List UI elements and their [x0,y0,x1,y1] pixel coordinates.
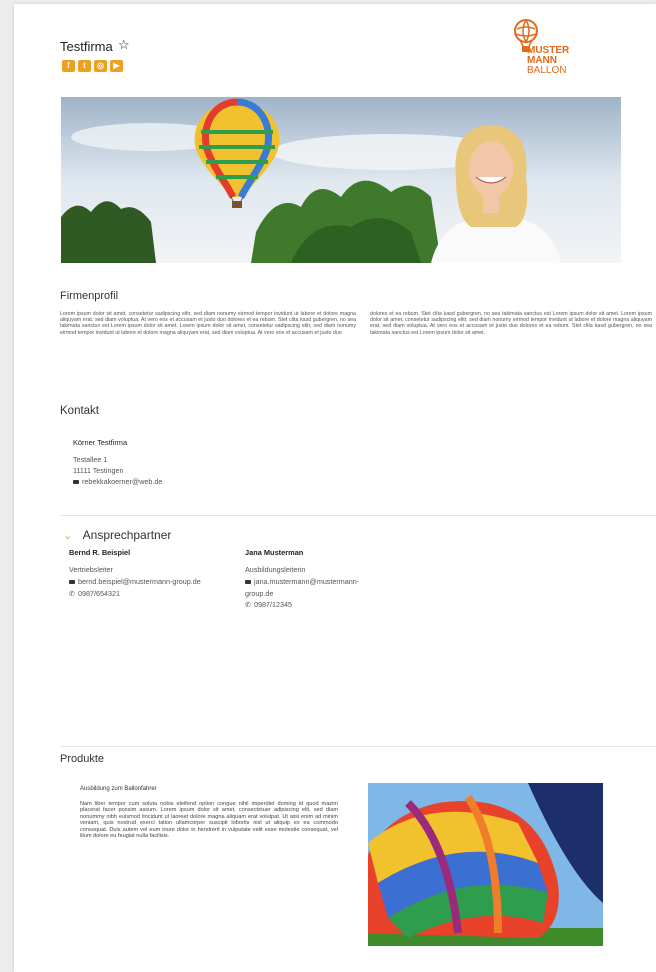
star-outline-icon[interactable]: ☆ [118,37,130,53]
person-1-phone[interactable]: 0987/654321 [78,589,120,598]
person-2-phone[interactable]: 0987/12345 [254,600,292,609]
person-2-email-line1[interactable]: jana.mustermann@mustermann- [254,577,359,586]
products-title: Produkte [60,753,105,765]
chevron-down-icon[interactable]: ⌄ [63,530,72,542]
profile-page: Testfirma ☆ f t ◎ ▶ MUSTER MANN BALLON F… [14,4,656,972]
person-1-name: Bernd R. Beispiel [69,548,131,557]
social-links: f t ◎ ▶ [62,60,123,72]
twitter-icon[interactable]: t [78,60,91,72]
profile-text-col1: Lorem ipsum dolor sit amet, consetetur s… [60,311,356,336]
envelope-icon [245,580,251,585]
contact-title: Kontakt [60,405,99,417]
facebook-icon[interactable]: f [62,60,75,72]
envelope-icon [73,480,79,485]
person-2-email-line2[interactable]: group.de [245,589,273,599]
person-1-role: Vertriebsleiter [69,565,113,574]
person-1-email[interactable]: bernd.beispiel@mustermann-group.de [78,577,201,586]
ansprechpartner-title: Ansprechpartner [82,528,172,542]
divider [60,746,656,747]
phone-icon: ✆ [69,589,76,598]
person-1-phone-row: ✆ 0987/654321 [69,589,120,599]
envelope-icon [69,580,75,585]
divider [60,515,656,516]
person-2-role: Ausbildungsleiterin [245,565,306,574]
hero-image [61,97,621,263]
person-2-email-row: jana.mustermann@mustermann- [245,577,359,587]
phone-icon: ✆ [245,600,252,609]
profile-title: Firmenprofil [60,290,119,302]
contact-email[interactable]: rebekkakoerner@web.de [82,477,162,486]
contact-name: Körner Testfirma [73,438,128,447]
contact-city: 11111 Testingen [73,466,124,475]
company-logo: MUSTER MANN BALLON [509,18,589,84]
profile-text-col2: dolores et ea rebum. Stet clita kasd gub… [370,311,652,336]
person-2-name: Jana Musterman [245,548,304,557]
person-2-phone-row: ✆ 0987/12345 [245,600,292,610]
product-item-title: Ausbildung zum Ballonfahrer [80,786,157,792]
contact-street: Testallee 1 [73,455,108,464]
product-item-text: Nam liber tempor cum soluta nobis eleife… [80,801,338,840]
product-image [368,783,603,946]
instagram-icon[interactable]: ◎ [94,60,107,72]
youtube-icon[interactable]: ▶ [110,60,123,72]
person-1-email-row: bernd.beispiel@mustermann-group.de [69,577,201,587]
contact-email-row: rebekkakoerner@web.de [73,477,162,487]
ansprechpartner-header[interactable]: ⌄ Ansprechpartner [63,526,171,544]
company-name: Testfirma [60,39,113,54]
logo-line-3: BALLON [527,65,567,76]
